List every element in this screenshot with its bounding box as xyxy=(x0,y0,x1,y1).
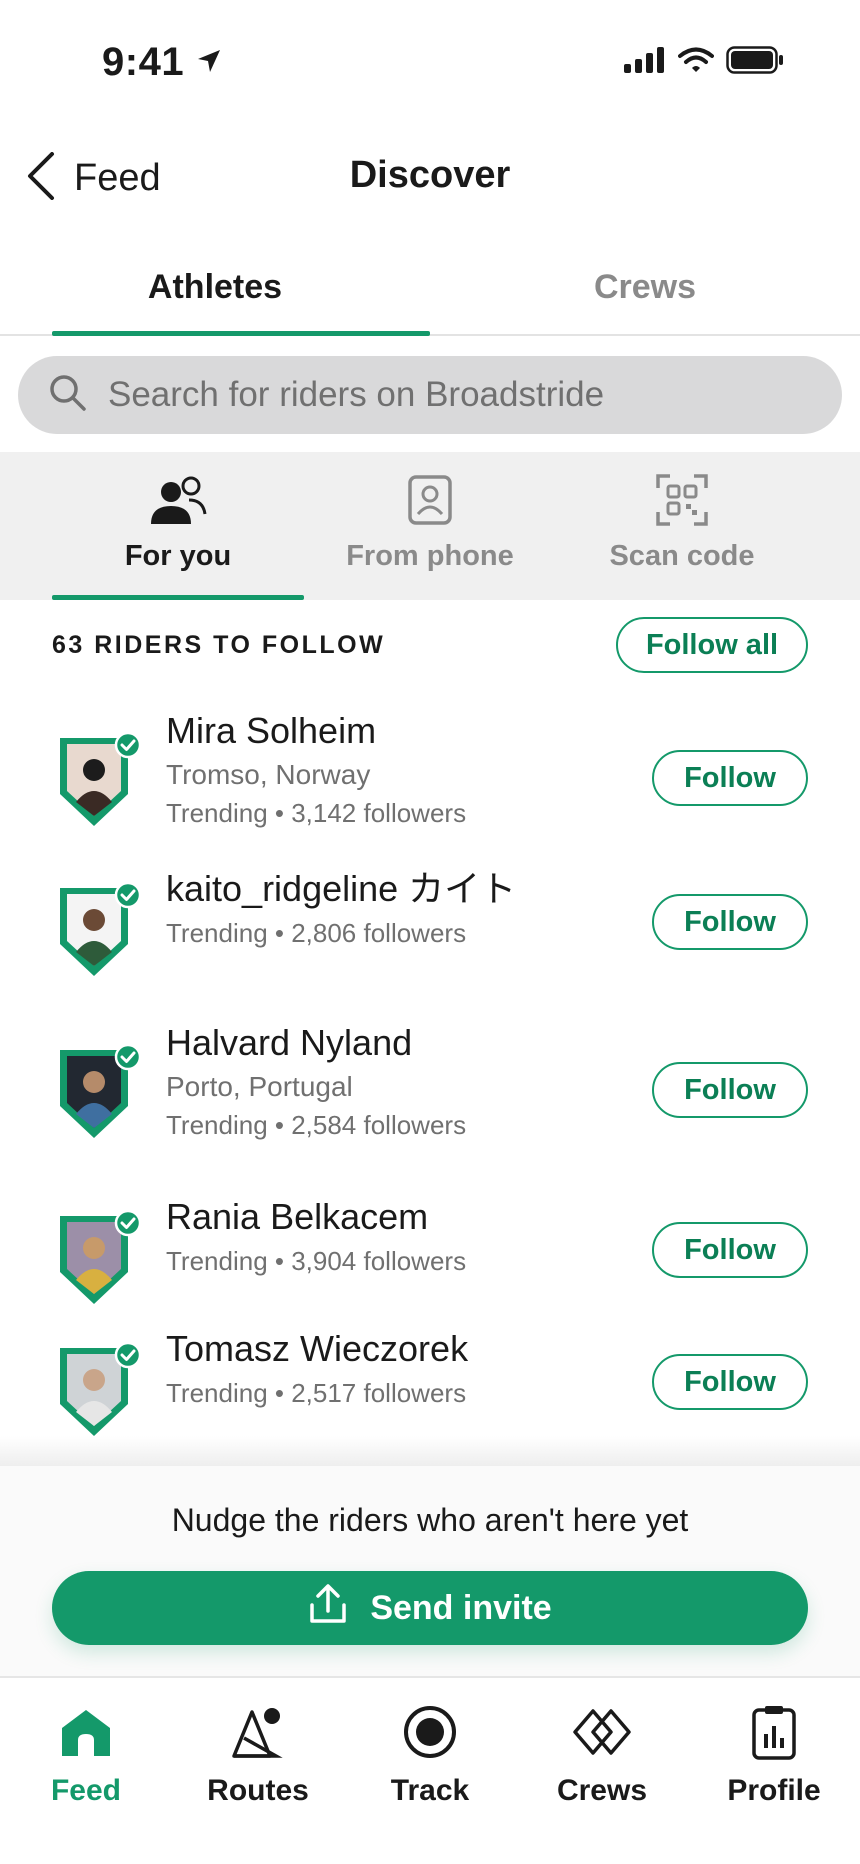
location-arrow-icon xyxy=(196,48,222,79)
nav-label: Track xyxy=(390,1774,470,1807)
subtab-label: For you xyxy=(124,540,232,572)
tab-label: Crews xyxy=(593,268,697,306)
search-icon xyxy=(48,373,88,418)
share-icon xyxy=(308,1583,348,1634)
avatar[interactable] xyxy=(56,1341,142,1442)
nav-label: Feed xyxy=(50,1774,122,1807)
nav-label: Profile xyxy=(727,1774,821,1807)
subtab-scan-code[interactable]: Scan code xyxy=(556,452,808,600)
contact-icon xyxy=(407,470,453,526)
people-icon xyxy=(149,470,207,526)
send-invite-button[interactable]: Send invite xyxy=(52,1571,808,1645)
rider-row[interactable]: Halvard Nyland Porto, Portugal Trending • … xyxy=(0,1022,860,1152)
cellular-signal-icon xyxy=(624,47,666,78)
nav-header: Discover Feed xyxy=(0,140,860,216)
follow-button[interactable]: Follow xyxy=(652,750,808,806)
invite-section: Nudge the riders who aren't here yet Sen… xyxy=(0,1466,860,1676)
status-bar: 9:41 xyxy=(0,0,860,120)
qr-code-icon xyxy=(656,470,708,526)
follow-button[interactable]: Follow xyxy=(652,1222,808,1278)
invite-text: Nudge the riders who aren't here yet xyxy=(171,1502,689,1538)
nav-feed[interactable]: Feed xyxy=(0,1678,172,1864)
nav-profile[interactable]: Profile xyxy=(688,1678,860,1864)
nav-routes[interactable]: Routes xyxy=(172,1678,344,1864)
status-icons xyxy=(624,46,784,79)
search-bar[interactable] xyxy=(18,356,842,434)
rider-info: kaito_ridgeline カイト Trending • 2,806 foll… xyxy=(166,868,516,952)
record-icon xyxy=(402,1702,458,1762)
avatar[interactable] xyxy=(56,1209,142,1310)
rider-name: Mira Solheim xyxy=(166,710,377,751)
segment-tabs: Athletes Crews xyxy=(0,250,860,336)
nav-label: Routes xyxy=(207,1774,309,1807)
wifi-icon xyxy=(678,47,714,78)
rider-info: Mira Solheim Tromso, Norway Trending • 3,1… xyxy=(166,710,466,832)
chevron-left-icon xyxy=(26,152,56,205)
rider-meta: Trending • 2,584 followers xyxy=(166,1110,467,1140)
home-icon xyxy=(58,1702,114,1762)
rider-meta: Trending • 3,904 followers xyxy=(166,1246,467,1276)
rider-location: Tromso, Norway xyxy=(166,759,371,790)
back-button[interactable]: Feed xyxy=(26,152,161,205)
avatar[interactable] xyxy=(56,1043,142,1144)
rider-name: Rania Belkacem xyxy=(166,1196,429,1237)
rider-info: Rania Belkacem Trending • 3,904 followers xyxy=(166,1196,466,1280)
subtab-active-indicator xyxy=(52,595,304,600)
discover-subtabs: For you From phone Scan code xyxy=(0,452,860,600)
battery-icon xyxy=(726,46,784,79)
rider-meta: Trending • 2,806 followers xyxy=(166,918,467,948)
rider-name: Tomasz Wieczorek xyxy=(166,1328,469,1369)
subtab-label: From phone xyxy=(346,540,514,572)
subtab-label: Scan code xyxy=(609,540,755,572)
nav-track[interactable]: Track xyxy=(344,1678,516,1864)
follow-button[interactable]: Follow xyxy=(652,1354,808,1410)
rider-info: Halvard Nyland Porto, Portugal Trending • … xyxy=(166,1022,466,1144)
nav-crews[interactable]: Crews xyxy=(516,1678,688,1864)
back-label: Feed xyxy=(74,157,161,199)
routes-icon xyxy=(230,1702,286,1762)
profile-icon xyxy=(751,1702,797,1762)
follow-button[interactable]: Follow xyxy=(652,894,808,950)
avatar[interactable] xyxy=(56,731,142,832)
nav-label: Crews xyxy=(556,1774,648,1807)
follow-button[interactable]: Follow xyxy=(652,1062,808,1118)
rider-row[interactable]: kaito_ridgeline カイト Trending • 2,806 foll… xyxy=(0,868,860,998)
crews-icon xyxy=(571,1702,633,1762)
tab-crews[interactable]: Crews xyxy=(430,250,860,334)
subtab-for-you[interactable]: For you xyxy=(52,452,304,600)
rider-row[interactable]: Rania Belkacem Trending • 3,904 followers… xyxy=(0,1196,860,1326)
riders-count: 63 RIDERS TO FOLLOW xyxy=(52,630,386,659)
status-time: 9:41 xyxy=(102,40,185,84)
search-input[interactable] xyxy=(108,375,828,415)
follow-all-button[interactable]: Follow all xyxy=(616,617,808,673)
rider-location: Porto, Portugal xyxy=(166,1071,353,1102)
tab-athletes[interactable]: Athletes xyxy=(0,250,430,336)
rider-name: Halvard Nyland xyxy=(166,1022,413,1063)
subtab-from-phone[interactable]: From phone xyxy=(304,452,556,600)
rider-meta: Trending • 2,517 followers xyxy=(166,1378,467,1408)
bottom-nav: Feed Routes Track Crews Profile xyxy=(0,1676,860,1864)
avatar[interactable] xyxy=(56,881,142,982)
rider-row[interactable]: Mira Solheim Tromso, Norway Trending • 3,1… xyxy=(0,710,860,840)
rider-name: kaito_ridgeline カイト xyxy=(166,868,517,909)
divider-shadow xyxy=(0,1436,860,1466)
tab-label: Athletes xyxy=(147,268,283,306)
send-invite-label: Send invite xyxy=(370,1588,552,1627)
tab-active-indicator xyxy=(52,331,430,336)
rider-info: Tomasz Wieczorek Trending • 2,517 followe… xyxy=(166,1328,468,1412)
rider-meta: Trending • 3,142 followers xyxy=(166,798,467,828)
list-header: 63 RIDERS TO FOLLOW Follow all xyxy=(52,616,808,674)
